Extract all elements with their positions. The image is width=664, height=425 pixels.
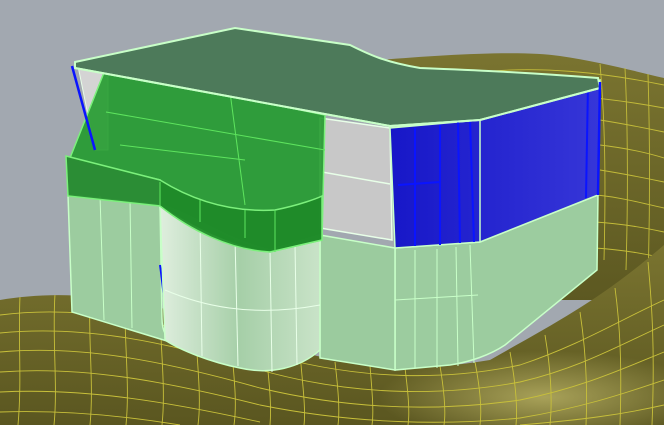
- 3d-viewport[interactable]: [0, 0, 664, 425]
- building[interactable]: [65, 26, 602, 373]
- building-glazing[interactable]: [319, 117, 393, 241]
- viewport-canvas[interactable]: [0, 0, 664, 425]
- building-ground-floor-middle[interactable]: [319, 234, 396, 371]
